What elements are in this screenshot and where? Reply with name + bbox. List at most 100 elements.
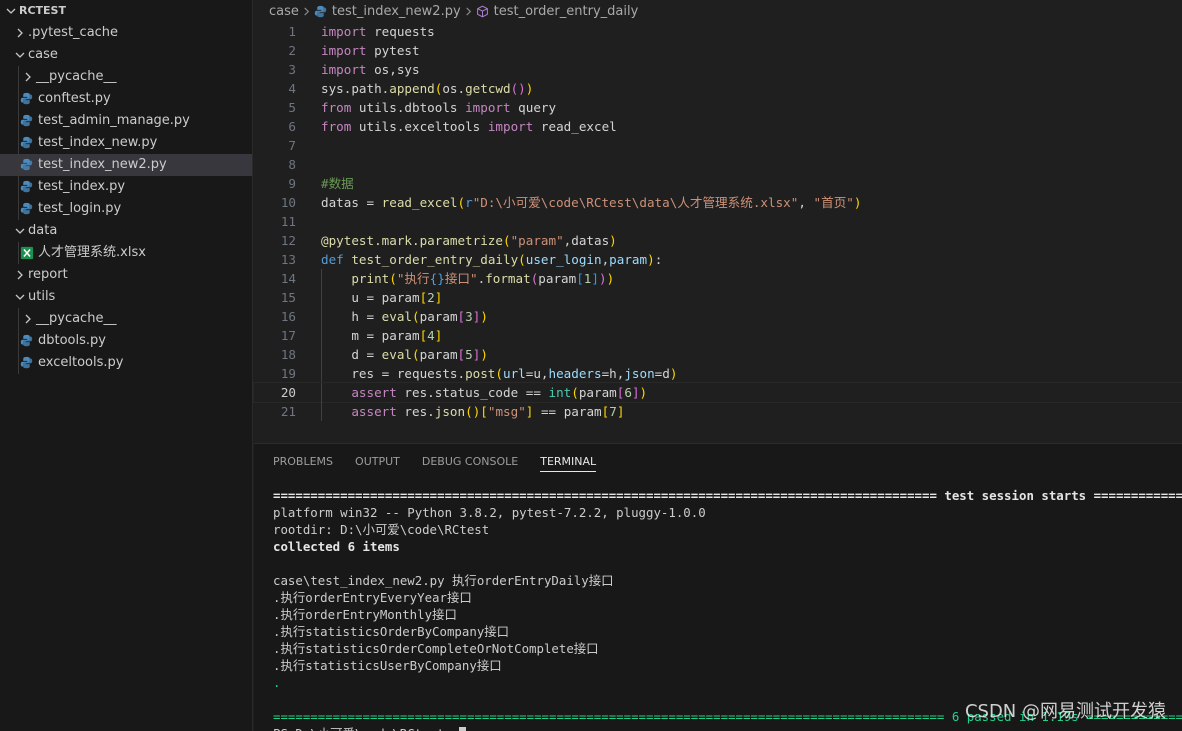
tree-item[interactable]: test_index_new.py <box>0 132 252 154</box>
code-token: "param" <box>510 233 564 248</box>
tree-item-label: data <box>28 223 58 238</box>
explorer-sidebar: RCTEST .pytest_cache case __pycache__ conft… <box>0 0 253 731</box>
python-file-icon <box>20 114 34 128</box>
chevron-right-icon <box>302 6 311 16</box>
code-line[interactable]: 15 u = param[2] <box>254 288 1182 307</box>
tree-item[interactable]: .pytest_cache <box>0 22 252 44</box>
code-line[interactable]: 13 def test_order_entry_daily(user_login,… <box>254 250 1182 269</box>
line-number: 20 <box>280 385 296 400</box>
tree-item[interactable]: exceltools.py <box>0 352 252 374</box>
code-token: 接口" <box>444 271 478 286</box>
code-line[interactable]: 5 from utils.dbtools import query <box>254 98 1182 117</box>
code-token: ) <box>609 233 617 248</box>
code-text: print("执行{}接口".format(param[1])) <box>321 269 614 288</box>
python-file-icon <box>20 202 34 216</box>
tree-item[interactable]: test_index.py <box>0 176 252 198</box>
code-token: test_order_entry_daily <box>351 252 519 267</box>
code-token: read_excel <box>381 195 458 210</box>
code-line[interactable]: 16 h = eval(param[3]) <box>254 307 1182 326</box>
code-token: ( <box>412 309 420 324</box>
tree-item[interactable]: case <box>0 44 252 66</box>
explorer-root[interactable]: RCTEST <box>0 0 252 22</box>
python-file-icon <box>20 334 34 348</box>
breadcrumb-file[interactable]: test_index_new2.py <box>332 4 461 19</box>
terminal-output[interactable]: ========================================… <box>273 487 1182 731</box>
code-line[interactable]: 11 <box>254 212 1182 231</box>
code-line[interactable]: 21 assert res.json()["msg"] == param[7] <box>254 402 1182 421</box>
tab-terminal[interactable]: TERMINAL <box>540 444 596 479</box>
code-token: , <box>798 195 814 210</box>
chevron-right-icon <box>20 311 36 327</box>
code-lines[interactable]: 1 import requests 2 import pytest 3 import os… <box>253 22 1182 421</box>
line-number: 10 <box>280 195 296 210</box>
code-token: "D:\小可爱\code\RCtest\data\人才管理系统.xlsx" <box>472 195 799 210</box>
code-line[interactable]: 4 sys.path.append(os.getcwd()) <box>254 79 1182 98</box>
code-line[interactable]: 17 m = param[4] <box>254 326 1182 345</box>
tree-item-label: __pycache__ <box>36 69 117 84</box>
code-token: res.status_code == <box>396 385 549 400</box>
tree-item-label: case <box>28 47 58 62</box>
code-token: ( <box>502 233 511 248</box>
tab-debug-console[interactable]: DEBUG CONSOLE <box>422 444 518 479</box>
terminal-line: rootdir: D:\小可爱\code\RCtest <box>273 521 1182 538</box>
code-token: res. <box>396 404 435 419</box>
indent-guide <box>18 352 19 374</box>
terminal-text: .执行statisticsUserByCompany接口 <box>273 658 502 673</box>
watermark: CSDN @网易测试开发猿 <box>964 701 1166 722</box>
code-token: =h, <box>601 366 625 381</box>
code-line[interactable]: 3 import os,sys <box>254 60 1182 79</box>
terminal-prompt: PS D:\小可爱\code\RCtest> <box>273 725 1182 731</box>
tree-item-label: __pycache__ <box>36 311 117 326</box>
code-token: 6 <box>624 385 632 400</box>
code-line[interactable]: 6 from utils.exceltools import read_excel <box>254 117 1182 136</box>
tree-item[interactable]: conftest.py <box>0 88 252 110</box>
code-line[interactable]: 12 @pytest.mark.parametrize("param",datas… <box>254 231 1182 250</box>
terminal-line: .执行statisticsOrderCompleteOrNotComplete接… <box>273 640 1182 657</box>
code-token: ( <box>571 385 579 400</box>
code-token: user_login <box>525 252 602 267</box>
tree-item[interactable]: report <box>0 264 252 286</box>
terminal-text: collected 6 items <box>273 539 400 554</box>
breadcrumb-symbol[interactable]: test_order_entry_daily <box>494 4 639 19</box>
tree-item[interactable]: test_index_new2.py <box>0 154 252 176</box>
tree-item[interactable]: data <box>0 220 252 242</box>
tree-item[interactable]: __pycache__ <box>0 308 252 330</box>
tree-item[interactable]: test_login.py <box>0 198 252 220</box>
line-number: 7 <box>288 138 296 153</box>
tree-item[interactable]: __pycache__ <box>0 66 252 88</box>
python-file-icon <box>20 158 34 172</box>
code-token: ] <box>631 385 640 400</box>
line-number: 8 <box>288 157 296 172</box>
breadcrumb-folder[interactable]: case <box>269 4 299 19</box>
code-token: from <box>321 100 352 115</box>
code-token: ( <box>495 366 503 381</box>
code-line[interactable]: 2 import pytest <box>254 41 1182 60</box>
code-line[interactable]: 20 assert res.status_code == int(param[6… <box>253 382 1182 403</box>
code-line[interactable]: 19 res = requests.post(url=u,headers=h,j… <box>254 364 1182 383</box>
tree-item[interactable]: 人才管理系统.xlsx <box>0 242 252 264</box>
code-line[interactable]: 7 <box>254 136 1182 155</box>
breadcrumb: case test_index_new2.py test_order_entry… <box>254 0 1182 22</box>
tree-item[interactable]: utils <box>0 286 252 308</box>
code-token: append <box>389 81 435 96</box>
code-editor[interactable]: case test_index_new2.py test_order_entry… <box>253 0 1182 443</box>
bottom-panel: PROBLEMS OUTPUT DEBUG CONSOLE TERMINAL =… <box>254 443 1182 731</box>
code-line[interactable]: 18 d = eval(param[5]) <box>254 345 1182 364</box>
code-line[interactable]: 9 #数据 <box>254 174 1182 193</box>
tab-output[interactable]: OUTPUT <box>355 444 400 479</box>
code-text: m = param[4] <box>321 326 442 345</box>
code-line[interactable]: 1 import requests <box>254 22 1182 41</box>
code-line[interactable]: 8 <box>254 155 1182 174</box>
tree-item[interactable]: test_admin_manage.py <box>0 110 252 132</box>
code-token: 5 <box>465 347 473 362</box>
chevron-down-icon <box>12 47 28 63</box>
code-line[interactable]: 14 print("执行{}接口".format(param[1])) <box>254 269 1182 288</box>
tree-item[interactable]: dbtools.py <box>0 330 252 352</box>
line-number: 9 <box>288 176 296 191</box>
code-token: eval <box>381 347 413 362</box>
code-token: 2 <box>427 290 435 305</box>
code-token: 3 <box>465 309 473 324</box>
file-tree: .pytest_cache case __pycache__ conftest.py t… <box>0 22 252 374</box>
tab-problems[interactable]: PROBLEMS <box>273 444 333 479</box>
code-line[interactable]: 10 datas = read_excel(r"D:\小可爱\code\RCtes… <box>254 193 1182 212</box>
